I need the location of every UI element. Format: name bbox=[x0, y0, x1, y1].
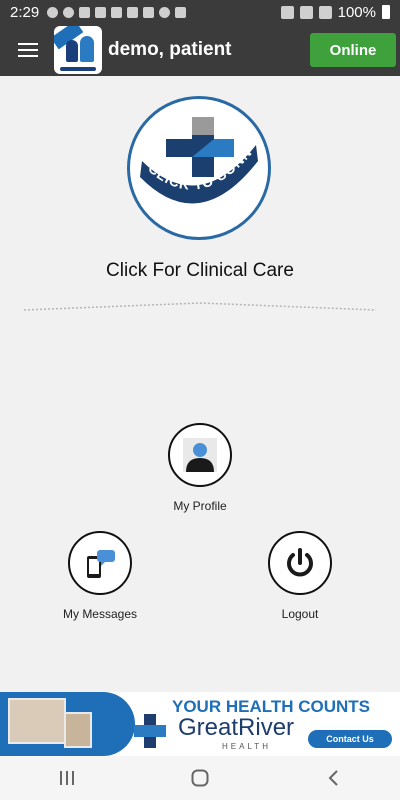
app-bar: demo, patient Online bbox=[0, 24, 400, 76]
status-time: 2:29 bbox=[10, 3, 40, 21]
notification-icon bbox=[63, 6, 75, 18]
snapchat-icon bbox=[79, 6, 91, 18]
logout-button[interactable]: Logout bbox=[260, 531, 340, 621]
battery-percent: 100% bbox=[337, 3, 376, 21]
dotted-divider bbox=[24, 302, 376, 311]
profile-icon bbox=[168, 423, 232, 487]
user-name: demo, patient bbox=[108, 39, 232, 60]
menu-icon[interactable] bbox=[18, 43, 38, 57]
banner-photo bbox=[8, 698, 66, 744]
facebook-icon bbox=[47, 6, 59, 18]
battery-icon bbox=[382, 5, 390, 19]
click-to-connect-logo: CLICK TO CONNECT bbox=[130, 99, 258, 204]
close-box-icon bbox=[175, 6, 187, 18]
click-to-connect-button[interactable]: CLICK TO CONNECT bbox=[127, 96, 271, 240]
home-icon[interactable] bbox=[180, 763, 220, 793]
app-logo bbox=[54, 26, 102, 74]
notification-icons bbox=[47, 6, 187, 18]
app-icon bbox=[127, 6, 139, 18]
wifi-icon bbox=[299, 5, 313, 19]
my-messages-button[interactable]: My Messages bbox=[60, 531, 140, 621]
image-icon bbox=[143, 6, 155, 18]
recent-apps-icon[interactable] bbox=[47, 763, 87, 793]
banner-brand-sub: HEALTH bbox=[222, 742, 271, 751]
contact-us-button[interactable]: Contact Us bbox=[308, 730, 392, 748]
main-content: CLICK TO CONNECT Click For Clinical Care… bbox=[0, 76, 400, 692]
banner-photo-small bbox=[64, 712, 92, 748]
messages-icon bbox=[68, 531, 132, 595]
logout-label: Logout bbox=[281, 607, 319, 621]
clinical-care-heading: Click For Clinical Care bbox=[106, 260, 294, 281]
mute-icon bbox=[280, 5, 294, 19]
status-right: 100% bbox=[280, 3, 390, 21]
ghost-icon bbox=[95, 6, 107, 18]
chat-icon bbox=[159, 6, 171, 18]
status-bar: 2:29 100% bbox=[0, 0, 400, 24]
system-nav-bar bbox=[0, 756, 400, 800]
health-banner[interactable]: YOUR HEALTH COUNTS GreatRiver HEALTH Con… bbox=[0, 692, 400, 756]
power-icon bbox=[268, 531, 332, 595]
online-status-button[interactable]: Online bbox=[310, 33, 396, 67]
my-profile-button[interactable]: My Profile bbox=[160, 423, 240, 513]
my-messages-label: My Messages bbox=[62, 607, 138, 621]
signal-icon bbox=[318, 5, 332, 19]
great-river-logo-icon bbox=[134, 714, 166, 748]
instagram-icon bbox=[111, 6, 123, 18]
my-profile-label: My Profile bbox=[173, 499, 227, 513]
back-icon[interactable] bbox=[313, 763, 353, 793]
banner-brand: GreatRiver bbox=[178, 714, 295, 741]
